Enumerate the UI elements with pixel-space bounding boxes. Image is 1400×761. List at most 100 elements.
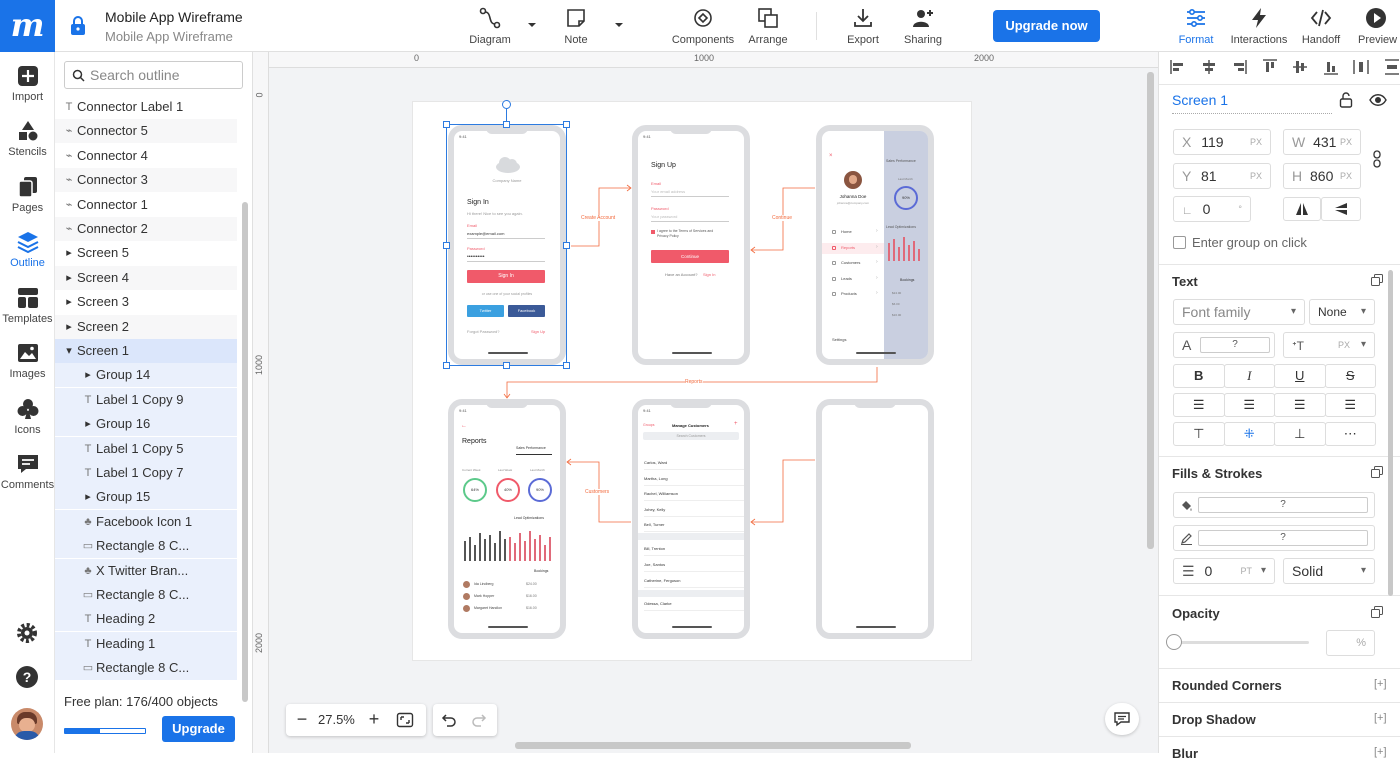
user-avatar[interactable] <box>11 708 43 740</box>
customer-list-item[interactable]: Johey, Kelly <box>644 507 665 512</box>
connector-label-customers[interactable]: Customers <box>585 489 609 495</box>
zoom-level[interactable]: 27.5% <box>318 712 355 727</box>
outline-item[interactable]: ⌁Connector 4 <box>55 144 237 168</box>
rotate-handle[interactable] <box>502 100 511 109</box>
outline-item[interactable]: TConnector Label 1 <box>55 95 237 119</box>
expand-shadow-button[interactable]: [+] <box>1374 712 1387 724</box>
artboard[interactable]: Create Account Continue Reports Customer… <box>412 101 972 661</box>
italic-button[interactable]: I <box>1224 364 1276 388</box>
expand-blur-button[interactable]: [+] <box>1374 746 1387 758</box>
app-logo[interactable]: m <box>0 0 55 52</box>
resize-handle[interactable] <box>563 242 570 249</box>
outline-item[interactable]: ⌁Connector 1 <box>55 193 237 217</box>
outline-item[interactable]: ▸Screen 2 <box>55 315 237 339</box>
font-color-field[interactable]: A? <box>1173 332 1275 358</box>
text-align-center-button[interactable]: ☰ <box>1224 393 1276 417</box>
outline-item[interactable]: ♣Facebook Icon 1 <box>55 510 237 534</box>
link-dimensions-icon[interactable] <box>1372 150 1382 171</box>
selected-element-name[interactable]: Screen 1 <box>1172 92 1228 108</box>
outline-item[interactable]: TLabel 1 Copy 5 <box>55 437 237 461</box>
diagram-dropdown-icon[interactable] <box>527 18 537 33</box>
diagram-button[interactable]: Diagram <box>466 6 514 46</box>
valign-middle-button[interactable]: ⁜ <box>1224 422 1276 446</box>
upgrade-now-button[interactable]: Upgrade now <box>993 10 1100 42</box>
rotation-field[interactable]: ∟ 0° <box>1173 196 1251 222</box>
copy-style-icon[interactable] <box>1371 466 1383 481</box>
customer-list-item[interactable]: Joe, Santos <box>644 562 665 567</box>
resize-handle[interactable] <box>563 362 570 369</box>
align-middle-icon[interactable] <box>1291 58 1309 79</box>
rounded-corners-title[interactable]: Rounded Corners <box>1172 678 1282 693</box>
stroke-color-field[interactable]: ? <box>1173 525 1375 551</box>
drawer-menu-item[interactable]: Products› <box>822 289 884 300</box>
bold-button[interactable]: B <box>1173 364 1225 388</box>
note-button[interactable]: Note <box>556 6 596 46</box>
outline-item[interactable]: ▾Screen 1 <box>55 339 237 363</box>
valign-top-button[interactable]: ⊤ <box>1173 422 1225 446</box>
comments-button[interactable]: Comments <box>0 452 55 491</box>
outline-item[interactable]: ▸Screen 3 <box>55 290 237 314</box>
connector-label-continue[interactable]: Continue <box>772 215 792 221</box>
stroke-style-select[interactable]: Solid▾ <box>1283 558 1375 584</box>
distribute-h-icon[interactable] <box>1352 58 1370 79</box>
strikethrough-button[interactable]: S <box>1325 364 1377 388</box>
preview-tab[interactable]: Preview <box>1358 6 1400 46</box>
valign-bottom-button[interactable]: ⊥ <box>1274 422 1326 446</box>
outline-item[interactable]: ▸Group 14 <box>55 363 237 387</box>
outline-item[interactable]: ▸Group 16 <box>55 412 237 436</box>
customer-list-item[interactable]: Catherine, Ferguson <box>644 578 680 583</box>
outline-item[interactable]: ▸Screen 4 <box>55 266 237 290</box>
customer-list-item[interactable]: Bill, Trenton <box>644 546 665 551</box>
outline-item[interactable]: ▸Screen 5 <box>55 241 237 265</box>
note-dropdown-icon[interactable] <box>614 18 624 33</box>
distribute-v-icon[interactable] <box>1383 58 1400 79</box>
resize-handle[interactable] <box>563 121 570 128</box>
outline-item[interactable]: ⌁Connector 2 <box>55 217 237 241</box>
align-top-icon[interactable] <box>1261 58 1279 79</box>
resize-handle[interactable] <box>443 242 450 249</box>
zoom-out-button[interactable]: − <box>292 709 312 731</box>
export-button[interactable]: Export <box>843 6 883 46</box>
width-field[interactable]: W 431PX <box>1283 129 1361 155</box>
signin-link[interactable]: Sign In <box>703 272 715 277</box>
back-arrow-icon[interactable]: ← <box>461 423 467 429</box>
drawer-menu-item[interactable]: Customers› <box>822 258 884 269</box>
resize-handle[interactable] <box>443 121 450 128</box>
copy-style-icon[interactable] <box>1371 274 1383 289</box>
outline-item[interactable]: ♣X Twitter Bran... <box>55 559 237 583</box>
continue-button[interactable]: Continue <box>651 250 729 263</box>
outline-item[interactable]: ▭Rectangle 8 C... <box>55 534 237 558</box>
flip-horizontal-button[interactable] <box>1283 197 1321 221</box>
outline-item[interactable]: ▭Rectangle 8 C... <box>55 583 237 607</box>
groups-link[interactable]: Groups <box>643 423 654 427</box>
icons-button[interactable]: Icons <box>0 397 55 436</box>
outline-button[interactable]: Outline <box>0 230 55 269</box>
drawer-menu-item[interactable]: Home› <box>822 227 884 238</box>
page-subtitle[interactable]: Mobile App Wireframe <box>105 29 233 44</box>
fill-color-field[interactable]: ? <box>1173 492 1375 518</box>
align-bottom-icon[interactable] <box>1322 58 1340 79</box>
customer-list-item[interactable]: Bell, Turner <box>644 522 664 527</box>
pages-button[interactable]: Pages <box>0 175 55 214</box>
import-button[interactable]: Import <box>0 64 55 103</box>
drawer-menu-item[interactable]: Reports› <box>822 243 884 254</box>
components-button[interactable]: Components <box>668 6 738 46</box>
templates-button[interactable]: Templates <box>0 286 55 325</box>
x-position-field[interactable]: X 119PX <box>1173 129 1271 155</box>
text-justify-button[interactable]: ☰ <box>1325 393 1377 417</box>
screen-5-customers[interactable]: 9:41 Groups Manage Customers + Search Cu… <box>632 399 750 639</box>
align-left-icon[interactable] <box>1169 58 1187 79</box>
visibility-eye-icon[interactable] <box>1369 93 1387 110</box>
outline-item[interactable]: TLabel 1 Copy 7 <box>55 461 237 485</box>
arrange-button[interactable]: Arrange <box>745 6 791 46</box>
chat-button[interactable] <box>1105 703 1139 735</box>
resize-handle[interactable] <box>443 362 450 369</box>
customer-search-input[interactable]: Search Customers <box>643 432 739 440</box>
screen-6-blank[interactable] <box>816 399 934 639</box>
drop-shadow-title[interactable]: Drop Shadow <box>1172 712 1256 727</box>
stencils-button[interactable]: Stencils <box>0 119 55 158</box>
selection-box[interactable] <box>446 124 567 366</box>
more-options-button[interactable]: ⋯ <box>1325 422 1377 446</box>
resize-handle[interactable] <box>503 121 510 128</box>
add-icon[interactable]: + <box>734 421 738 427</box>
